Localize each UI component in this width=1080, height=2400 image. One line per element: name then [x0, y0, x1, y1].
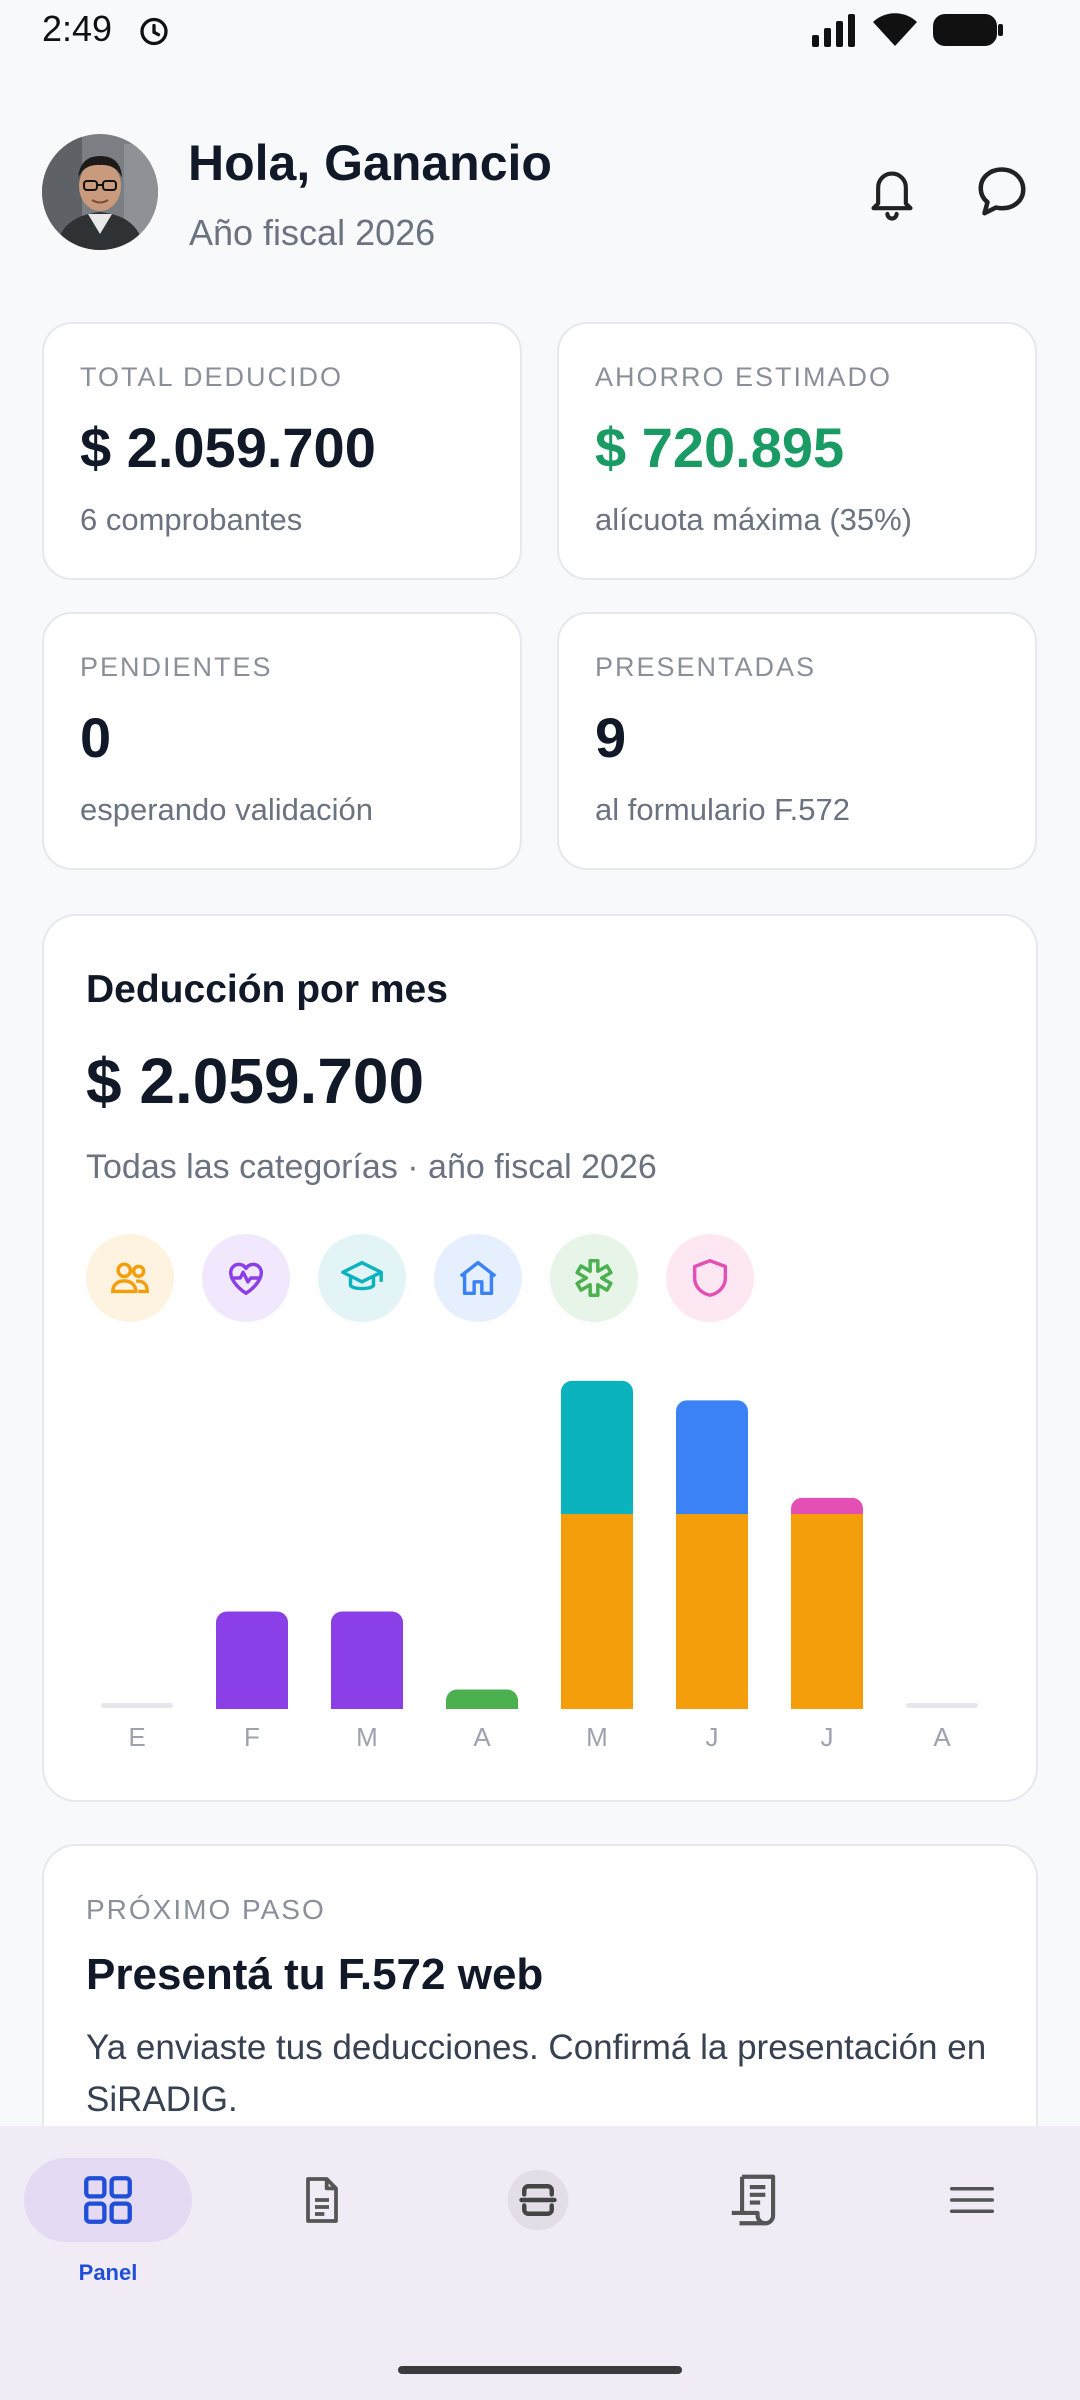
x-tick-label: M — [586, 1722, 608, 1752]
nav-pill — [238, 2158, 406, 2242]
nav-item-scan[interactable] — [453, 2158, 623, 2288]
bar-empty — [906, 1703, 978, 1708]
bar-segment[interactable] — [791, 1514, 863, 1709]
stat-card-total-deducted[interactable]: TOTAL DEDUCIDO $ 2.059.700 6 comprobante… — [42, 322, 522, 580]
x-tick-label: E — [128, 1722, 145, 1752]
monthly-bar-chart: EFMAMJJA — [101, 1380, 978, 1752]
signal-icon — [812, 14, 855, 47]
next-step-label: PRÓXIMO PASO — [86, 1894, 326, 1925]
stat-label: AHORRO ESTIMADO — [595, 362, 893, 392]
scan-icon — [507, 2169, 569, 2231]
bar-segment[interactable] — [791, 1497, 863, 1514]
bar-segment[interactable] — [216, 1611, 288, 1710]
x-tick-label: F — [244, 1722, 260, 1752]
bar-segment[interactable] — [331, 1611, 403, 1710]
x-tick-label: M — [356, 1722, 378, 1752]
status-indicators — [810, 12, 1004, 48]
stat-label: PENDIENTES — [80, 652, 273, 682]
nav-label-panel: Panel — [78, 2260, 138, 2285]
battery-icon — [933, 14, 1003, 46]
bar-segment[interactable] — [676, 1514, 748, 1709]
nav-pill — [888, 2158, 1056, 2242]
bar-segment[interactable] — [561, 1380, 633, 1514]
bottom-navigation: Panel — [0, 2126, 1080, 2400]
stat-note: al formulario F.572 — [595, 792, 851, 827]
wifi-icon — [873, 13, 917, 46]
nav-active-indicator — [24, 2158, 192, 2242]
messages-button[interactable] — [966, 156, 1038, 228]
stat-note: esperando validación — [80, 792, 373, 827]
stat-value: 9 — [595, 706, 627, 769]
x-tick-label: J — [821, 1722, 834, 1752]
stat-label: TOTAL DEDUCIDO — [80, 362, 344, 392]
bar-segment[interactable] — [676, 1400, 748, 1514]
stat-value: $ 2.059.700 — [80, 416, 376, 479]
stat-note: 6 comprobantes — [80, 502, 303, 537]
fiscal-year-subtitle: Año fiscal 2026 — [189, 212, 436, 253]
status-bar: 2:49 — [0, 0, 1080, 62]
stat-value: $ 720.895 — [595, 416, 845, 479]
nav-pill — [671, 2158, 839, 2242]
chat-bubble-icon — [978, 167, 1026, 216]
monthly-deduction-card: Deducción por mes $ 2.059.700 Todas las … — [42, 914, 1038, 1802]
next-step-title: Presentá tu F.572 web — [86, 1950, 544, 1999]
stat-value: 0 — [80, 706, 112, 769]
nav-item-menu[interactable] — [887, 2158, 1057, 2288]
bar-segment[interactable] — [446, 1689, 518, 1710]
avatar[interactable] — [42, 134, 158, 250]
document-icon — [306, 2177, 338, 2223]
alarm-icon — [140, 17, 168, 46]
nav-item-documents[interactable] — [237, 2158, 407, 2288]
header: Hola, Ganancio Año fiscal 2026 — [42, 132, 1038, 253]
stat-label: PRESENTADAS — [595, 652, 817, 682]
bar-empty — [101, 1703, 173, 1708]
home-indicator[interactable] — [398, 2366, 682, 2374]
nav-pill — [454, 2158, 622, 2242]
bell-icon — [871, 171, 913, 221]
x-tick-label: J — [706, 1722, 719, 1752]
status-time: 2:49 — [42, 8, 113, 49]
grid-icon — [84, 2176, 132, 2224]
receipt-icon — [731, 2174, 776, 2226]
x-tick-label: A — [473, 1722, 491, 1752]
next-step-description: Ya enviaste tus deducciones. Confirmá la… — [86, 2028, 987, 2119]
greeting-title: Hola, Ganancio — [188, 135, 552, 191]
notifications-button[interactable] — [856, 156, 928, 228]
stat-card-submitted[interactable]: PRESENTADAS 9 al formulario F.572 — [557, 612, 1037, 870]
stat-note: alícuota máxima (35%) — [595, 502, 913, 537]
menu-icon — [949, 2186, 995, 2214]
bar-segment[interactable] — [561, 1514, 633, 1709]
nav-item-receipts[interactable] — [670, 2158, 840, 2288]
nav-item-panel[interactable]: Panel — [23, 2158, 193, 2288]
stat-card-pending[interactable]: PENDIENTES 0 esperando validación — [42, 612, 522, 870]
stat-card-estimated-savings[interactable]: AHORRO ESTIMADO $ 720.895 alícuota máxim… — [557, 322, 1037, 580]
x-tick-label: A — [933, 1722, 951, 1752]
